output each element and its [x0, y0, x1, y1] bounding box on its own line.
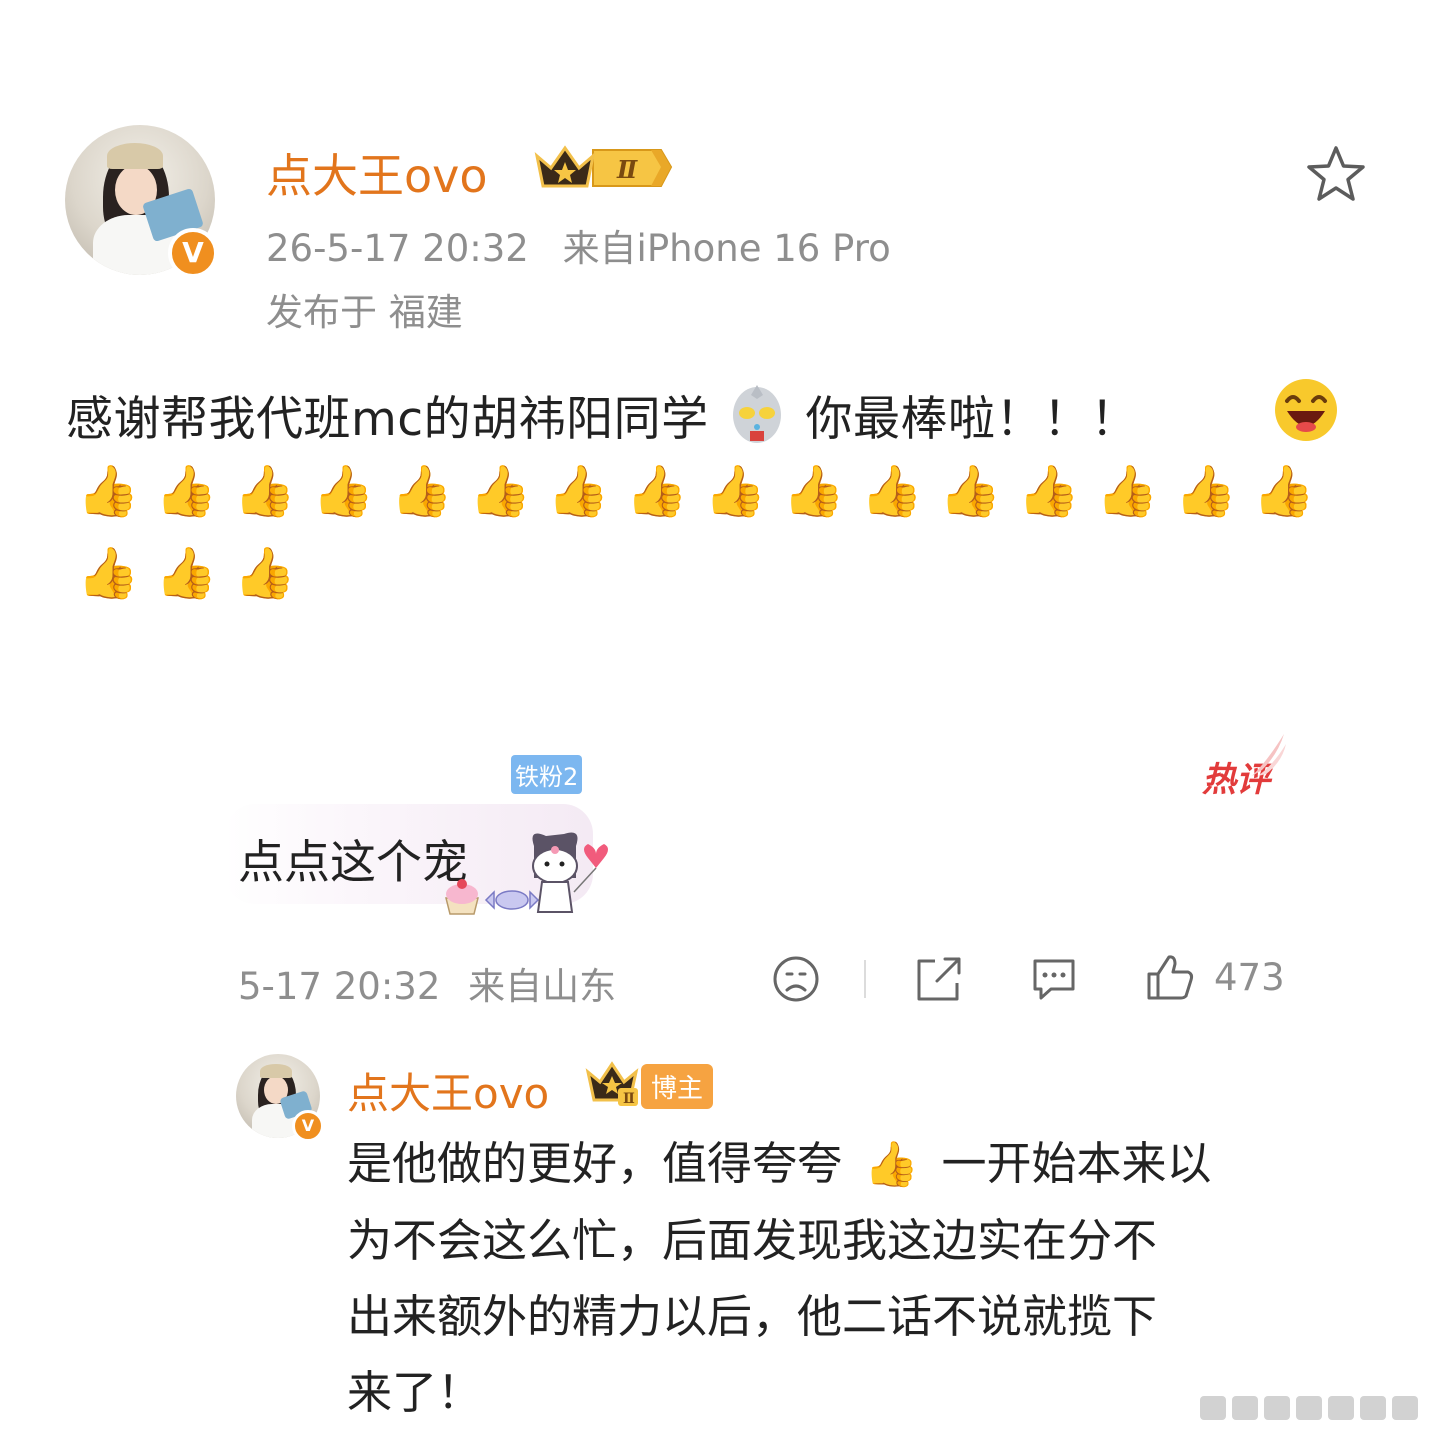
post-meta-line: 26-5-17 20:32 来自iPhone 16 Pro [266, 218, 891, 272]
thumbs-up-emoji: 👍 [1017, 462, 1080, 520]
reply-line-4: 来了！ [347, 1366, 483, 1419]
thumbs-up-emoji: 👍 [468, 462, 532, 520]
thumbs-row-1: 👍 👍 👍 👍 👍 👍 👍 👍 👍 👍 👍 👍 👍 👍 👍 👍 [77, 456, 1331, 526]
thumbs-up-emoji: 👍 [155, 462, 218, 520]
thumbs-row-2: 👍 👍 👍 [77, 538, 312, 608]
thumbs-up-icon[interactable] [1145, 952, 1195, 1002]
kuromi-sticker-icon [445, 832, 608, 915]
thumbs-up-emoji: 👍 [704, 462, 767, 520]
thumbs-up-emoji: 👍 [547, 462, 610, 520]
thumbs-up-emoji: 👍 [1096, 462, 1159, 520]
thumbs-up-emoji: 👍 [390, 462, 453, 520]
fan-level-tag: 铁粉2 [511, 755, 583, 794]
member-crown-badge-icon[interactable]: Ⅱ [533, 142, 673, 192]
action-divider [864, 960, 866, 998]
member-crown-badge-icon[interactable]: Ⅱ [584, 1060, 646, 1108]
blogger-tag: 博主 [641, 1064, 714, 1109]
hot-comment-meta: 5-17 20:32 来自山东 [238, 956, 616, 1010]
sad-face-icon[interactable] [772, 955, 820, 1003]
reply-line-3: 出来额外的精力以后，他二话不说就揽下 [347, 1290, 1158, 1343]
thumbs-up-emoji: 👍 [1174, 462, 1237, 520]
thumbs-up-emoji: 👍 [864, 1139, 920, 1190]
hot-comment-source: 来自山东 [468, 965, 617, 1008]
reply-level-badge-text: Ⅱ [623, 1091, 635, 1107]
post-location: 发布于 福建 [266, 291, 463, 334]
reply-line-1a: 是他做的更好，值得夸夸 [347, 1137, 843, 1190]
laughing-face-icon [1275, 379, 1337, 441]
reply-line-1b: 一开始本来以 [941, 1137, 1212, 1190]
thumbs-up-emoji: 👍 [233, 544, 297, 602]
reply-line-1: 是他做的更好，值得夸夸 👍 一开始本来以 [347, 1134, 1211, 1195]
thumbs-up-emoji: 👍 [939, 462, 1002, 520]
reply-body: 是他做的更好，值得夸夸 👍 一开始本来以 为不会这么忙，后面发现我这边实在分不 … [347, 1134, 1211, 1423]
post-text-part2: 你最棒啦！！！ [805, 392, 1139, 447]
post-source: 来自iPhone 16 Pro [562, 227, 891, 270]
thumbs-up-emoji: 👍 [77, 544, 140, 602]
comment-icon[interactable] [1029, 955, 1079, 1003]
post-author-name[interactable]: 点大王ovo [266, 140, 488, 206]
thumbs-up-emoji: 👍 [233, 462, 297, 520]
thumbs-up-emoji: 👍 [155, 544, 218, 602]
thumbs-up-emoji: 👍 [1252, 462, 1316, 520]
post-text: 感谢帮我代班mc的胡祎阳同学 你最棒啦！！！ [66, 380, 1138, 449]
hot-comment-time: 5-17 20:32 [238, 965, 441, 1008]
thumbs-up-emoji: 👍 [782, 462, 845, 520]
hot-comment-text: 点点这个宠 [238, 835, 468, 889]
post-timestamp: 26-5-17 20:32 [266, 227, 529, 270]
thumbs-up-emoji: 👍 [860, 462, 924, 520]
ultraman-icon [733, 385, 782, 443]
thumbs-up-emoji: 👍 [312, 462, 375, 520]
watermark-logo [1196, 1388, 1432, 1433]
hot-wing-icon [1252, 734, 1286, 776]
reply-line-2: 为不会这么忙，后面发现我这边实在分不 [347, 1214, 1158, 1267]
verified-badge-icon: V [292, 1110, 324, 1142]
star-icon[interactable] [1305, 144, 1367, 204]
thumbs-up-emoji: 👍 [77, 462, 140, 520]
share-icon[interactable] [913, 955, 963, 1003]
level-badge-text: Ⅱ [616, 155, 638, 184]
thumbs-up-emoji: 👍 [625, 462, 688, 520]
reply-author-name[interactable]: 点大王ovo [347, 1060, 549, 1121]
verified-badge-icon: V [168, 228, 218, 278]
post-text-part1: 感谢帮我代班mc的胡祎阳同学 [66, 392, 709, 447]
like-count: 473 [1214, 956, 1285, 999]
